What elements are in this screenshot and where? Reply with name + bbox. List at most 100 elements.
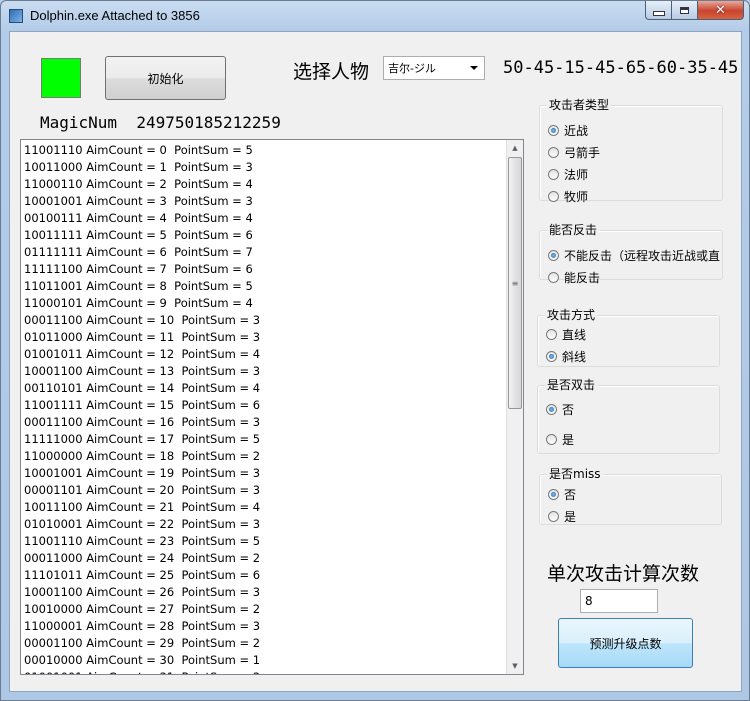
radio-attacker-1[interactable]: 弓箭手 — [548, 144, 600, 161]
list-item[interactable]: 11000110 AimCount = 2 PointSum = 4 — [21, 176, 505, 193]
radio-circle-icon — [546, 351, 557, 362]
calc-count-input[interactable]: 8 — [580, 589, 658, 613]
list-item[interactable]: 10001001 AimCount = 3 PointSum = 3 — [21, 193, 505, 210]
list-item[interactable]: 11001110 AimCount = 0 PointSum = 5 — [21, 142, 505, 159]
radio-label: 近战 — [564, 124, 589, 138]
radio-label: 直线 — [562, 328, 587, 342]
list-item[interactable]: 11000000 AimCount = 18 PointSum = 2 — [21, 448, 505, 465]
predict-button[interactable]: 预测升级点数 — [558, 618, 693, 668]
scroll-up-arrow-icon[interactable]: ▲ — [507, 140, 523, 156]
radio-circle-icon — [548, 272, 559, 283]
magic-num: MagicNum 249750185212259 — [40, 113, 281, 132]
minimize-button[interactable] — [645, 1, 672, 20]
app-window: Dolphin.exe Attached to 3856 ✕ 初始化 选择人物 … — [0, 0, 750, 701]
radio-circle-icon — [548, 489, 559, 500]
list-item[interactable]: 10001100 AimCount = 26 PointSum = 3 — [21, 584, 505, 601]
radio-label: 否 — [564, 488, 577, 502]
radio-label: 牧师 — [564, 190, 589, 204]
list-item[interactable]: 10011100 AimCount = 21 PointSum = 4 — [21, 499, 505, 516]
app-icon — [9, 9, 23, 23]
list-item[interactable]: 11111000 AimCount = 17 PointSum = 5 — [21, 431, 505, 448]
list-item[interactable]: 01011000 AimCount = 11 PointSum = 3 — [21, 329, 505, 346]
radio-circle-icon — [548, 147, 559, 158]
character-select-value: 吉尔-ジル — [388, 62, 436, 75]
window-title: Dolphin.exe Attached to 3856 — [30, 8, 200, 23]
status-indicator — [41, 58, 81, 98]
radio-attacker-2[interactable]: 法师 — [548, 166, 588, 183]
radio-label: 能反击 — [564, 271, 601, 285]
attack-direction-group: 攻击方式 直线 斜线 — [537, 308, 720, 367]
double-hit-group: 是否双击 否是 — [537, 378, 720, 454]
attacker-type-group: 攻击者类型 近战弓箭手法师牧师 — [539, 98, 723, 204]
radio-circle-icon — [548, 191, 559, 202]
group-title: 攻击者类型 — [547, 98, 612, 112]
vertical-scrollbar[interactable]: ▲ ≡ ▼ — [506, 140, 523, 674]
list-item[interactable]: 11001110 AimCount = 23 PointSum = 5 — [21, 533, 505, 550]
radio-attacker-3[interactable]: 牧师 — [548, 188, 588, 205]
list-item[interactable]: 00011000 AimCount = 24 PointSum = 2 — [21, 550, 505, 567]
list-item[interactable]: 10011111 AimCount = 5 PointSum = 6 — [21, 227, 505, 244]
list-item[interactable]: 01111111 AimCount = 6 PointSum = 7 — [21, 244, 505, 261]
counter-group: 能否反击 不能反击（远程攻击近战或直能反击 — [539, 223, 723, 285]
radio-attacker-0[interactable]: 近战 — [548, 122, 588, 139]
radio-double-1[interactable]: 是 — [546, 431, 574, 448]
miss-group: 是否miss 否是 — [539, 467, 722, 525]
list-item[interactable]: 01010001 AimCount = 22 PointSum = 3 — [21, 516, 505, 533]
init-button[interactable]: 初始化 — [105, 56, 226, 100]
list-item[interactable]: 11001111 AimCount = 15 PointSum = 6 — [21, 397, 505, 414]
close-button[interactable]: ✕ — [698, 1, 744, 20]
group-title: 能否反击 — [547, 223, 600, 237]
magic-value: 249750185212259 — [136, 113, 281, 132]
radio-label: 斜线 — [562, 350, 587, 364]
list-item[interactable]: 00011100 AimCount = 10 PointSum = 3 — [21, 312, 505, 329]
list-item[interactable]: 00110101 AimCount = 14 PointSum = 4 — [21, 380, 505, 397]
group-title: 是否miss — [547, 467, 603, 481]
maximize-button[interactable] — [672, 1, 698, 20]
radio-label: 法师 — [564, 168, 589, 182]
list-item[interactable]: 00011100 AimCount = 16 PointSum = 3 — [21, 414, 505, 431]
close-icon: ✕ — [715, 2, 726, 18]
list-item[interactable]: 00001100 AimCount = 29 PointSum = 2 — [21, 635, 505, 652]
magic-label: MagicNum — [40, 113, 118, 132]
maximize-icon — [680, 6, 689, 14]
result-list: 11001110 AimCount = 0 PointSum = 5 100110… — [21, 142, 505, 674]
radio-circle-icon — [546, 404, 557, 415]
list-item[interactable]: 01001001 AimCount = 31 PointSum = 3 — [21, 669, 505, 674]
result-listbox[interactable]: 11001110 AimCount = 0 PointSum = 5 100110… — [20, 139, 524, 675]
list-item[interactable]: 10001001 AimCount = 19 PointSum = 3 — [21, 465, 505, 482]
list-item[interactable]: 11000001 AimCount = 28 PointSum = 3 — [21, 618, 505, 635]
list-item[interactable]: 11000101 AimCount = 9 PointSum = 4 — [21, 295, 505, 312]
list-item[interactable]: 11111100 AimCount = 7 PointSum = 6 — [21, 261, 505, 278]
group-title: 是否双击 — [545, 378, 598, 392]
list-item[interactable]: 11011001 AimCount = 8 PointSum = 5 — [21, 278, 505, 295]
radio-miss-1[interactable]: 是 — [548, 508, 576, 525]
list-item[interactable]: 10010000 AimCount = 27 PointSum = 2 — [21, 601, 505, 618]
radio-double-0[interactable]: 否 — [546, 401, 574, 418]
sequence-text: 50-45-15-45-65-60-35-45 — [503, 58, 739, 78]
list-item[interactable]: 00100111 AimCount = 4 PointSum = 4 — [21, 210, 505, 227]
list-item[interactable]: 11101011 AimCount = 25 PointSum = 6 — [21, 567, 505, 584]
radio-circle-icon — [548, 169, 559, 180]
list-item[interactable]: 10001100 AimCount = 13 PointSum = 3 — [21, 363, 505, 380]
scroll-thumb[interactable]: ≡ — [508, 157, 522, 409]
scroll-down-arrow-icon[interactable]: ▼ — [507, 658, 523, 674]
radio-miss-0[interactable]: 否 — [548, 486, 576, 503]
list-item[interactable]: 00001101 AimCount = 20 PointSum = 3 — [21, 482, 505, 499]
client-area: 初始化 选择人物 吉尔-ジル 50-45-15-45-65-60-35-45 M… — [9, 31, 742, 692]
radio-direction-1[interactable]: 斜线 — [546, 348, 586, 365]
list-item[interactable]: 00010000 AimCount = 30 PointSum = 1 — [21, 652, 505, 669]
chevron-down-icon — [470, 66, 478, 70]
radio-label: 是 — [562, 433, 575, 447]
list-item[interactable]: 01001011 AimCount = 12 PointSum = 4 — [21, 346, 505, 363]
radio-label: 弓箭手 — [564, 146, 601, 160]
radio-counter-0[interactable]: 不能反击（远程攻击近战或直 — [548, 247, 720, 264]
radio-circle-icon — [548, 250, 559, 261]
character-select[interactable]: 吉尔-ジル — [383, 56, 485, 80]
group-title: 攻击方式 — [545, 308, 598, 322]
radio-circle-icon — [546, 329, 557, 340]
calc-count-label: 单次攻击计算次数 — [547, 563, 700, 585]
radio-counter-1[interactable]: 能反击 — [548, 269, 600, 286]
radio-direction-0[interactable]: 直线 — [546, 326, 586, 343]
list-item[interactable]: 10011000 AimCount = 1 PointSum = 3 — [21, 159, 505, 176]
title-bar[interactable]: Dolphin.exe Attached to 3856 ✕ — [1, 1, 749, 31]
